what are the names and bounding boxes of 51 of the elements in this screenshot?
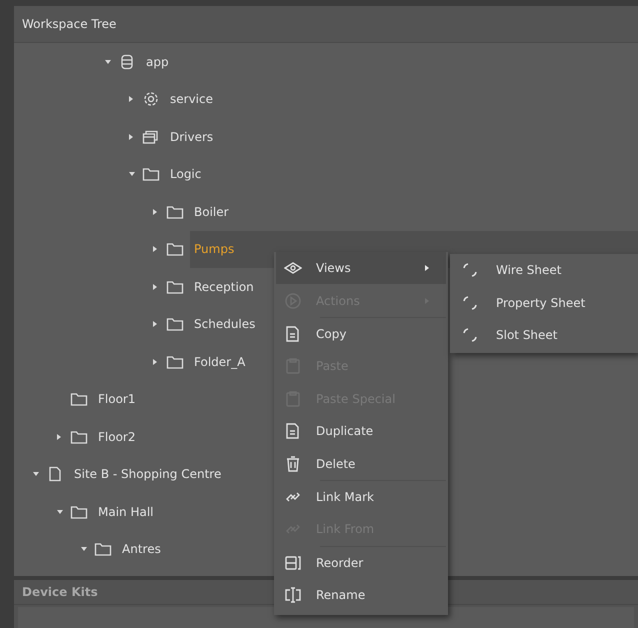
folder-icon: [142, 166, 160, 182]
folder-icon: [166, 354, 184, 370]
folder-icon: [166, 316, 184, 332]
collapse-arrow-icon[interactable]: [56, 508, 64, 515]
expand-arrow-icon[interactable]: [152, 282, 158, 291]
trash-icon: [284, 454, 302, 473]
panel-title: Workspace Tree: [22, 17, 116, 31]
tree-node[interactable]: Floor1: [94, 380, 140, 418]
collapse-arrow-icon[interactable]: [32, 471, 40, 478]
expand-arrow-icon[interactable]: [152, 245, 158, 254]
folder-icon: [70, 428, 88, 445]
collapse-arrow-icon[interactable]: [104, 58, 112, 65]
tree-node[interactable]: service: [166, 80, 217, 118]
folder-icon: [94, 541, 112, 558]
menu-item[interactable]: Delete: [276, 447, 446, 480]
menu-item[interactable]: Duplicate: [276, 414, 446, 448]
tree-node[interactable]: Floor2: [94, 418, 140, 456]
menu-item[interactable]: Slot Sheet: [450, 318, 638, 352]
tree-node[interactable]: Main Hall: [94, 493, 158, 530]
tree-node[interactable]: Drivers: [166, 118, 218, 156]
tree-node[interactable]: Antres: [118, 530, 165, 568]
menu-item[interactable]: Link Mark: [276, 480, 446, 514]
rename-icon: [284, 586, 302, 604]
expand-arrow-icon[interactable]: [152, 208, 158, 216]
folder-icon: [70, 504, 88, 520]
tree-node[interactable]: Boiler: [190, 193, 233, 230]
tree-node[interactable]: Folder_A: [190, 343, 250, 380]
tree-node[interactable]: Reception: [190, 268, 258, 306]
collapse-arrow-icon[interactable]: [128, 171, 136, 178]
panel-title: Device Kits: [22, 585, 98, 599]
tree-node[interactable]: Logic: [166, 156, 206, 193]
expand-arrow-icon[interactable]: [128, 95, 134, 104]
reorder-icon: [284, 554, 302, 572]
expand-arrow-icon[interactable]: [152, 358, 158, 366]
menu-item[interactable]: Reorder: [276, 546, 446, 579]
stacked-windows-icon: [142, 128, 160, 145]
tree-node[interactable]: app: [142, 43, 173, 80]
menu-item[interactable]: Views: [276, 252, 446, 284]
menu-item[interactable]: Property Sheet: [450, 286, 638, 319]
expand-arrow-icon[interactable]: [152, 320, 158, 328]
gear-icon: [142, 91, 160, 108]
expand-arrow-icon[interactable]: [56, 432, 62, 441]
folder-icon: [166, 278, 184, 295]
menu-item[interactable]: Rename: [276, 578, 446, 612]
expand-arrow-icon[interactable]: [128, 132, 134, 141]
menu-item[interactable]: Copy: [276, 318, 446, 350]
tree-node[interactable]: Schedules: [190, 306, 260, 343]
tree-node[interactable]: Site B - Shopping Centre: [70, 456, 226, 493]
collapse-arrow-icon[interactable]: [80, 546, 88, 552]
folder-icon: [166, 241, 184, 258]
folder-icon: [166, 204, 184, 220]
